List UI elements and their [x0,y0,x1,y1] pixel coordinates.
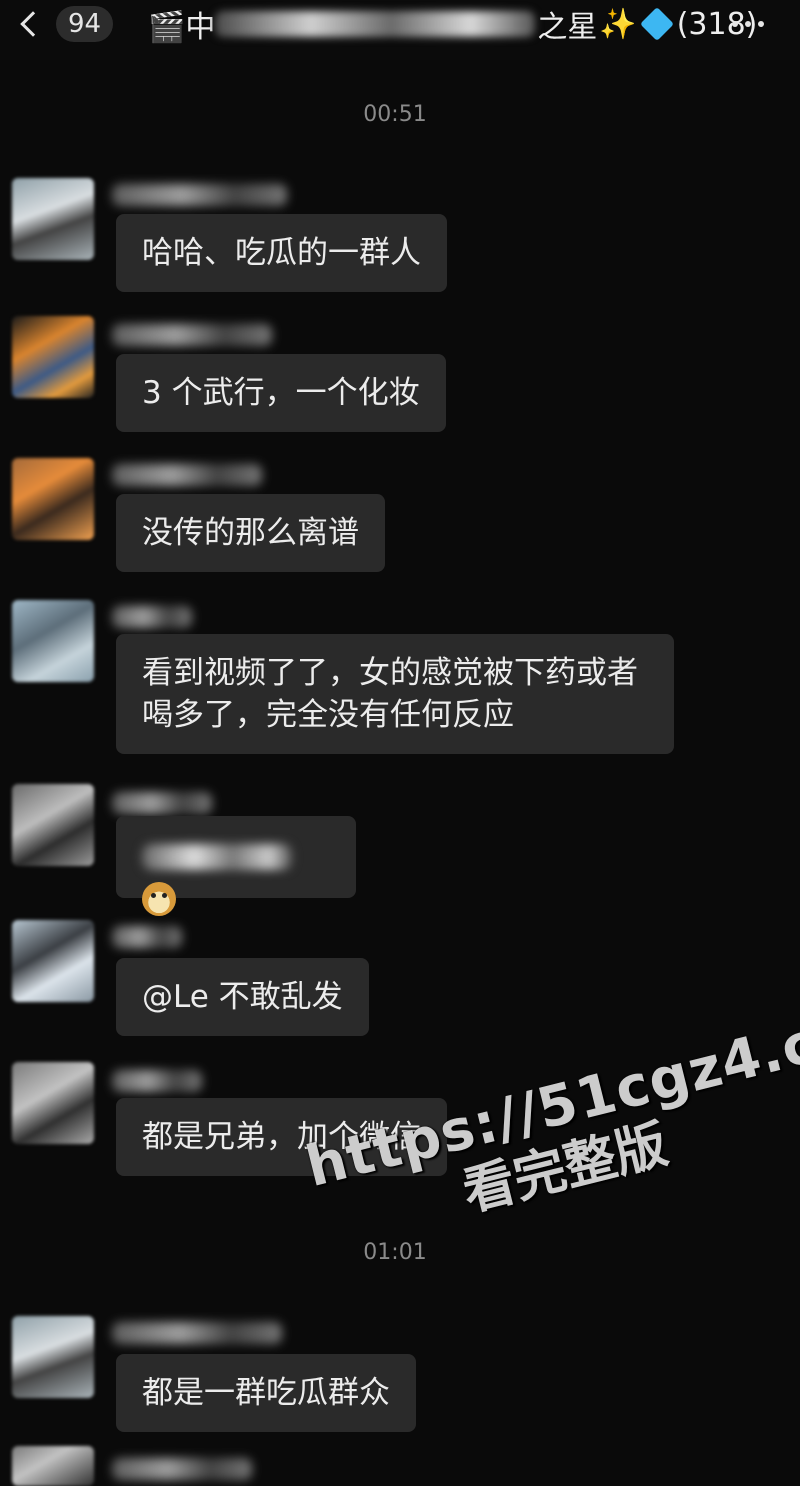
sender-name [112,1070,202,1092]
avatar[interactable] [12,784,94,866]
message-bubble[interactable]: 都是兄弟，加个微信 [116,1098,447,1176]
redacted-text [142,843,292,870]
more-button[interactable] [732,4,764,44]
chevron-left-icon [20,11,46,37]
message-bubble[interactable]: 看到视频了了，女的感觉被下药或者喝多了，完全没有任何反应 [116,634,674,754]
chat-title-suffix: 之星 [537,10,598,45]
message-bubble[interactable]: 都是一群吃瓜群众 [116,1354,416,1432]
chat-title-redacted [215,11,536,37]
sender-name [112,792,212,814]
avatar[interactable] [12,1062,94,1144]
message-bubble[interactable]: 没传的那么离谱 [116,494,385,572]
message-bubble[interactable]: 3 个武行，一个化妆 [116,354,446,432]
avatar[interactable] [12,458,94,540]
message-bubble[interactable] [116,816,356,916]
sparkle-icon: ✨ [599,6,637,42]
sender-name [112,464,262,486]
sender-name [112,926,182,948]
chat-title-prefix: 🎬中 [148,10,216,45]
message-bubble[interactable]: @Le 不敢乱发 [116,958,369,1036]
avatar[interactable] [12,1316,94,1398]
sender-name [112,606,192,628]
time-separator: 01:01 [363,1240,427,1265]
message-bubble[interactable]: 哈哈、吃瓜的一群人 [116,214,447,292]
avatar[interactable] [12,316,94,398]
chat-title: 🎬中 之星 ✨ (318) [148,2,757,46]
doge-emoji-icon [142,881,176,916]
avatar[interactable] [12,178,94,260]
avatar[interactable] [12,920,94,1002]
avatar[interactable] [12,600,94,682]
back-button[interactable]: 94 [14,4,114,44]
unread-count-badge: 94 [56,6,114,42]
gem-icon [639,7,674,41]
chat-header: 94 🎬中 之星 ✨ (318) [0,0,800,60]
sender-name [112,1458,252,1480]
sender-name [112,324,272,346]
sender-name [112,184,287,206]
sender-name [112,1322,282,1344]
more-dots-icon [732,21,738,27]
avatar[interactable] [12,1446,94,1486]
time-separator: 00:51 [363,102,427,127]
